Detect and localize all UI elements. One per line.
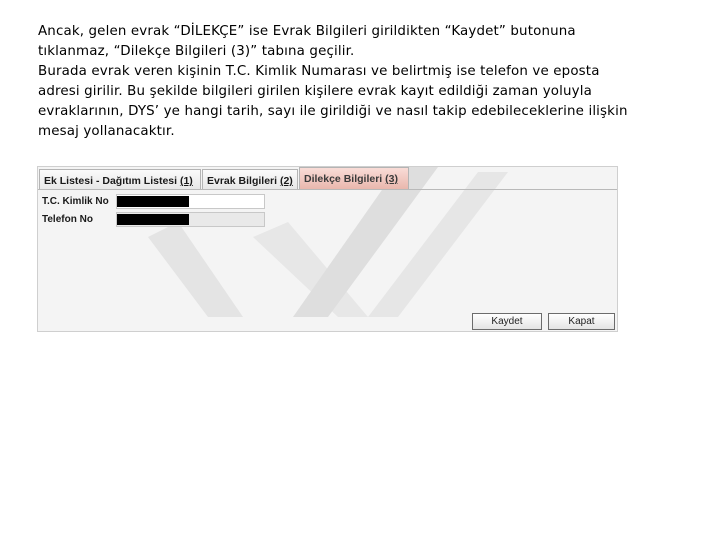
paragraph-line: evraklarının, DYS’ ye hangi tarih, sayı … — [38, 104, 628, 119]
watermark-logo — [148, 167, 508, 317]
save-button[interactable]: Kaydet — [472, 313, 542, 330]
form-row-phone: Telefon No — [42, 212, 265, 228]
form-row-tc-id: T.C. Kimlik No — [42, 194, 265, 210]
petition-info-screenshot: Ek Listesi - Dağıtım Listesi (1) Evrak B… — [37, 166, 618, 332]
paragraph-line: Ancak, gelen evrak “DİLEKÇE” ise Evrak B… — [38, 24, 576, 39]
tab-number: (1) — [179, 175, 193, 187]
tab-number: (3) — [385, 173, 398, 185]
tc-id-label: T.C. Kimlik No — [42, 196, 109, 207]
tab-attachment-list[interactable]: Ek Listesi - Dağıtım Listesi (1) — [39, 169, 201, 189]
tab-document-info[interactable]: Evrak Bilgileri (2) — [202, 169, 298, 189]
instruction-paragraph: Ancak, gelen evrak “DİLEKÇE” ise Evrak B… — [38, 22, 688, 142]
paragraph-line: mesaj yollanacaktır. — [38, 124, 175, 139]
tab-label: Dilekçe Bilgileri — [304, 173, 383, 185]
paragraph-line: Burada evrak veren kişinin T.C. Kimlik N… — [38, 64, 600, 79]
redacted-value — [117, 196, 189, 207]
phone-label: Telefon No — [42, 214, 93, 225]
redacted-value — [117, 214, 189, 225]
tab-label: Ek Listesi - Dağıtım Listesi — [44, 175, 178, 187]
paragraph-line: tıklanmaz, “Dilekçe Bilgileri (3)” tabın… — [38, 44, 355, 59]
close-button[interactable]: Kapat — [548, 313, 615, 330]
paragraph-line: adresi girilir. Bu şekilde bilgileri gir… — [38, 84, 592, 99]
tab-petition-info[interactable]: Dilekçe Bilgileri (3) — [299, 167, 409, 189]
tab-number: (2) — [279, 175, 293, 187]
tab-bar: Ek Listesi - Dağıtım Listesi (1) Evrak B… — [38, 167, 617, 190]
tab-label: Evrak Bilgileri — [207, 175, 278, 187]
